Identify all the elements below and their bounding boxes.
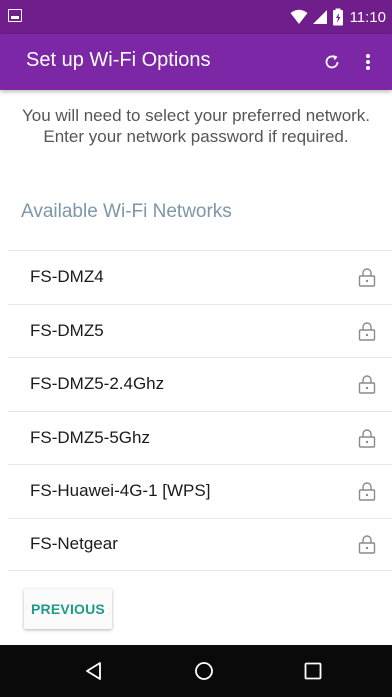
network-item[interactable]: FS-Netgear: [8, 517, 392, 571]
network-item[interactable]: FS-DMZ5: [8, 303, 392, 358]
refresh-icon: [325, 55, 339, 69]
notification-icon: [8, 9, 22, 22]
network-item[interactable]: FS-DMZ4: [8, 250, 392, 304]
recent-apps-icon[interactable]: [304, 662, 322, 680]
back-icon[interactable]: [84, 661, 104, 681]
section-title: Available Wi-Fi Networks: [21, 201, 232, 222]
lock-icon: [356, 427, 378, 449]
lock-icon: [356, 533, 378, 555]
app-bar: Set up Wi-Fi Options: [0, 34, 392, 90]
network-item[interactable]: FS-DMZ5-2.4Ghz: [8, 357, 392, 411]
status-bar: 11:10: [0, 0, 392, 34]
lock-icon: [356, 373, 378, 395]
lock-icon: [356, 480, 378, 502]
status-icons: 11:10: [290, 0, 386, 34]
network-item[interactable]: FS-DMZ5-5Ghz: [8, 410, 392, 465]
network-item[interactable]: FS-Huawei-4G-1 [WPS]: [8, 464, 392, 518]
network-name: FS-Netgear: [30, 534, 118, 554]
more-vert-icon: [366, 54, 370, 70]
lock-icon: [356, 266, 378, 288]
wifi-icon: [290, 9, 308, 24]
network-list: FS-DMZ4 FS-DMZ5 FS-DMZ5-2.4Ghz FS-DMZ5-5…: [8, 250, 392, 571]
previous-button[interactable]: PREVIOUS: [24, 589, 112, 629]
wifi-setup-screen: 11:10 Set up Wi-Fi Options You will need…: [0, 0, 392, 697]
navigation-bar: [0, 645, 392, 697]
network-name: FS-DMZ5-5Ghz: [30, 427, 150, 447]
refresh-button[interactable]: [320, 50, 344, 74]
network-name: FS-DMZ5-2.4Ghz: [30, 374, 165, 394]
network-name: FS-DMZ5: [30, 320, 104, 340]
battery-icon: [332, 8, 343, 26]
page-title: Set up Wi-Fi Options: [26, 49, 211, 71]
status-time: 11:10: [349, 8, 386, 26]
more-options-button[interactable]: [356, 50, 380, 74]
lock-icon: [356, 320, 378, 342]
network-name: FS-DMZ4: [30, 267, 104, 287]
home-icon[interactable]: [194, 661, 214, 681]
network-name: FS-Huawei-4G-1 [WPS]: [30, 481, 211, 501]
signal-icon: [312, 10, 327, 24]
instructions-text: You will need to select your preferred n…: [21, 106, 371, 146]
